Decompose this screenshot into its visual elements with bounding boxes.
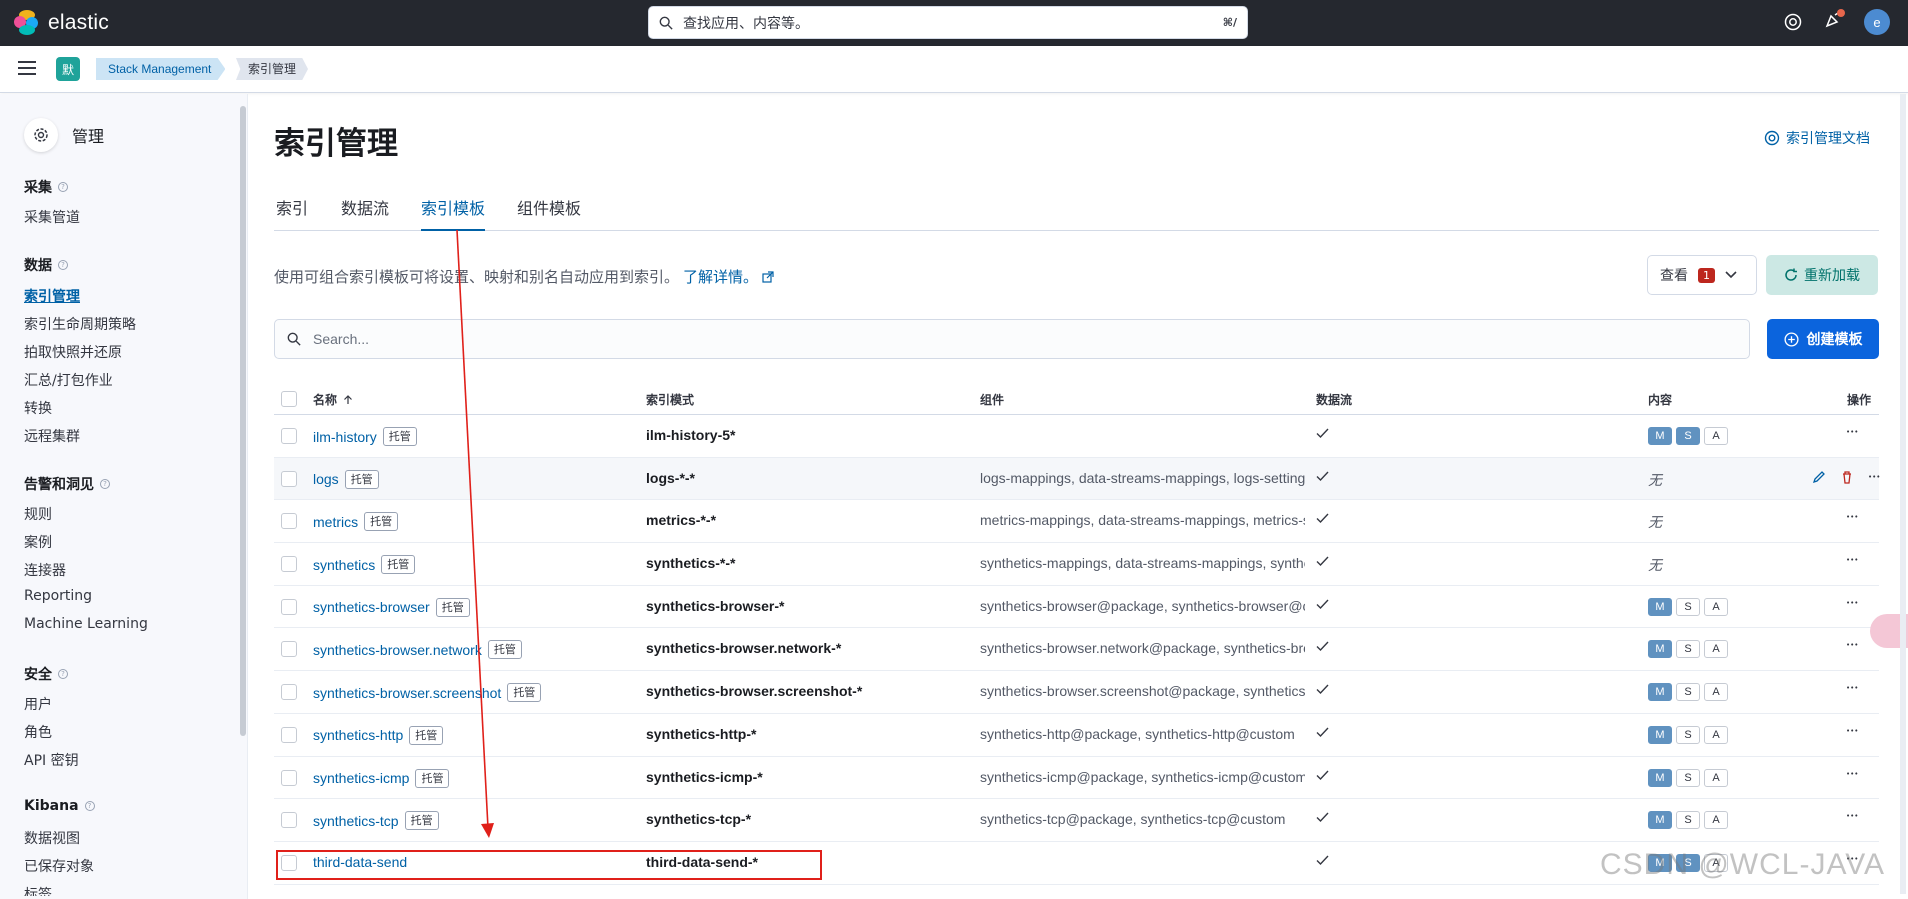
annotation-arrow <box>456 229 494 838</box>
page-scrollbar[interactable] <box>1900 94 1906 894</box>
highlight-box <box>276 850 822 880</box>
watermark: CSDN @WCL-JAVA <box>1600 848 1886 881</box>
